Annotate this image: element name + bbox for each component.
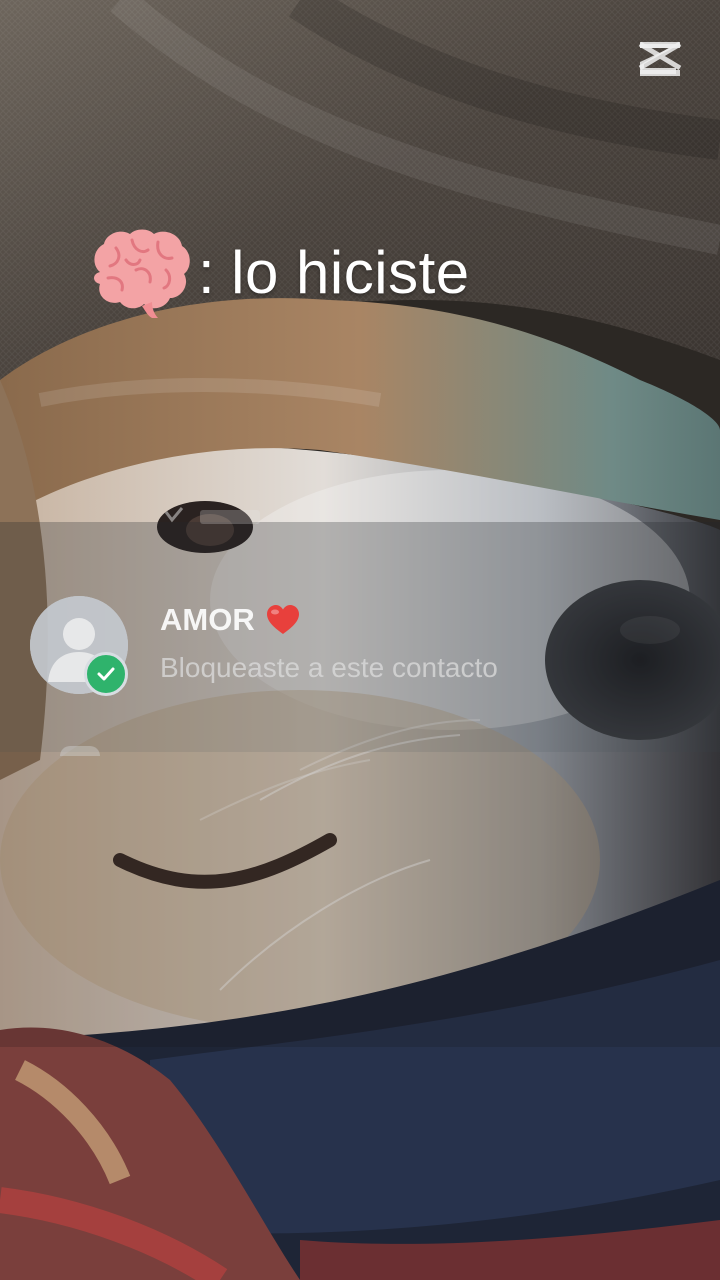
contact-name-text: AMOR: [160, 602, 255, 637]
caption-text: lo hiciste: [231, 238, 470, 306]
contact-name: AMOR: [160, 600, 301, 640]
chat-list-shadow: [0, 752, 720, 1047]
chat-list-item[interactable]: AMOR Bloqueaste a este contacto: [0, 580, 720, 710]
caption: : lo hiciste: [86, 222, 470, 322]
checkmark-icon: [84, 652, 128, 696]
caption-separator: :: [198, 238, 216, 306]
previous-row-fragment: [160, 506, 270, 530]
next-avatar-fragment: [60, 746, 100, 756]
capcut-logo-icon: [638, 41, 682, 76]
brain-icon: [94, 229, 190, 318]
last-message: Bloqueaste a este contacto: [160, 652, 498, 683]
red-heart-icon: [266, 605, 299, 634]
